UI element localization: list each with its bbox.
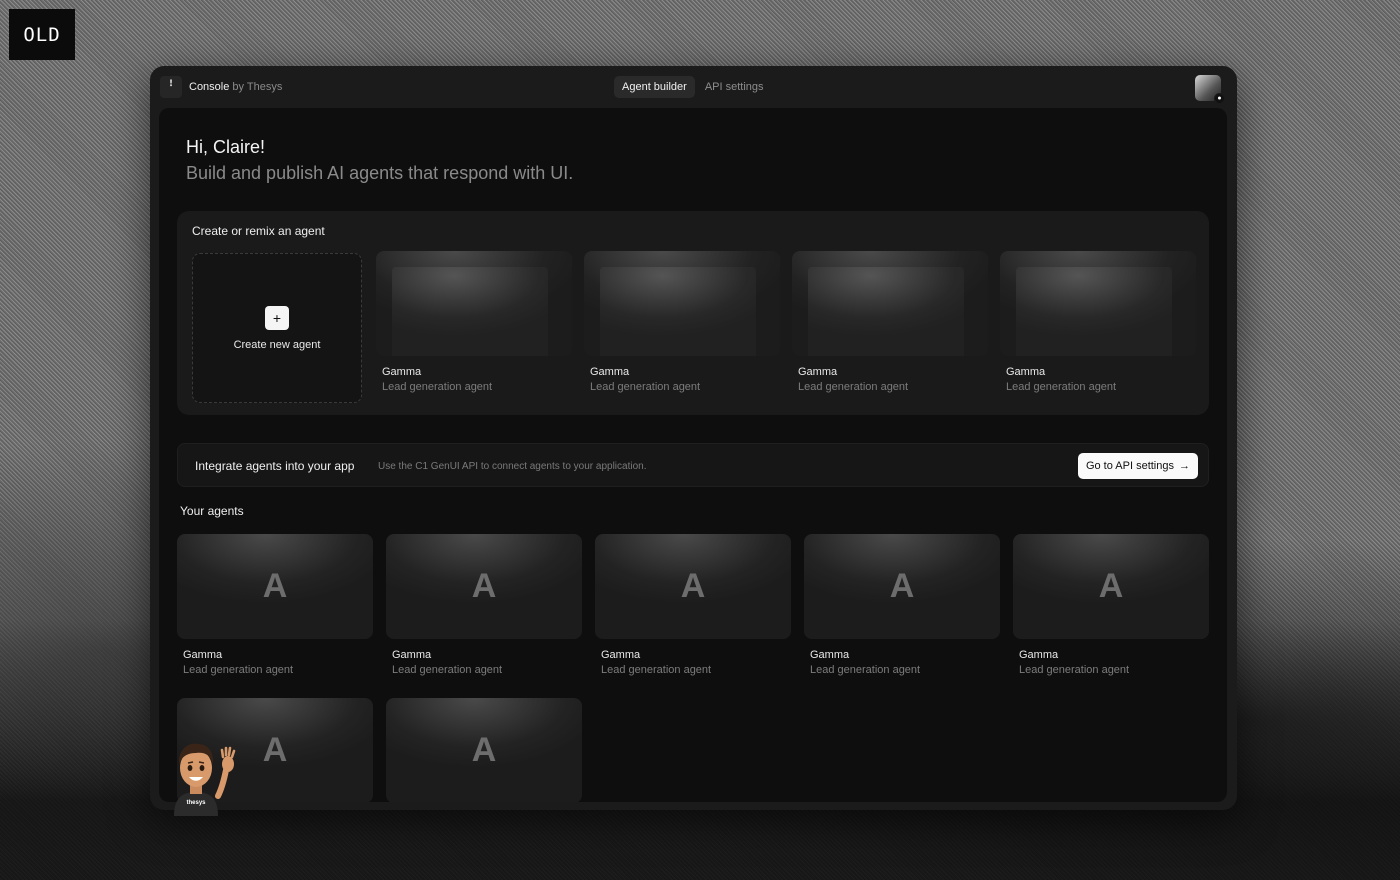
template-thumbnail	[792, 251, 988, 356]
agent-desc: Lead generation agent	[392, 664, 503, 676]
agent-initial: A	[262, 731, 288, 769]
greeting-title: Hi, Claire!	[186, 137, 266, 157]
agent-name: Gamma	[1019, 649, 1059, 661]
agent-name: Gamma	[392, 649, 432, 661]
agent-initial: A	[1098, 567, 1124, 605]
greeting: Hi, Claire! Build and publish AI agents …	[186, 136, 573, 188]
template-thumbnail	[584, 251, 780, 356]
main-content: Hi, Claire! Build and publish AI agents …	[159, 108, 1227, 802]
agent-desc: Lead generation agent	[810, 664, 921, 676]
agent-initial: A	[680, 567, 706, 605]
integrate-banner: Integrate agents into your app Use the C…	[177, 443, 1209, 487]
api-button-label: Go to API settings	[1085, 460, 1174, 472]
tab-api-settings[interactable]: API settings	[697, 76, 772, 98]
plus-icon: +	[265, 305, 289, 330]
agent-thumbnail: A	[1013, 534, 1209, 639]
agent-name: Gamma	[183, 649, 223, 661]
shirt-text: thesys	[186, 800, 206, 806]
template-card[interactable]: Gamma Lead generation agent	[1000, 251, 1196, 401]
template-desc: Lead generation agent	[1006, 381, 1117, 393]
nav-tabs: Agent builder API settings	[614, 76, 772, 98]
brand-by: by Thesys	[232, 81, 283, 93]
greeting-subtitle: Build and publish AI agents that respond…	[186, 163, 574, 183]
agent-initial: A	[471, 731, 497, 769]
template-name: Gamma	[798, 366, 838, 378]
agent-thumbnail: A	[804, 534, 1000, 639]
agent-desc: Lead generation agent	[601, 664, 712, 676]
apple-icon: ●	[1214, 93, 1225, 104]
agent-thumbnail: A	[595, 534, 791, 639]
agent-thumbnail: A	[177, 534, 373, 639]
agent-card[interactable]: A	[386, 698, 582, 802]
thesys-logo-icon[interactable]: ꜝ	[160, 76, 182, 98]
agent-initial: A	[889, 567, 915, 605]
integrate-title: Integrate agents into your app	[195, 459, 355, 473]
waving-memoji[interactable]: thesys	[168, 740, 238, 816]
integrate-subtitle: Use the C1 GenUI API to connect agents t…	[378, 461, 647, 472]
agent-card[interactable]: A Gamma Lead generation agent	[386, 534, 582, 684]
agent-name: Gamma	[601, 649, 641, 661]
go-to-api-settings-button[interactable]: Go to API settings →	[1077, 453, 1198, 479]
template-thumbnail	[1000, 251, 1196, 356]
arrow-right-icon: →	[1179, 460, 1190, 472]
agent-desc: Lead generation agent	[183, 664, 294, 676]
create-new-agent-label: Create new agent	[233, 338, 321, 351]
template-desc: Lead generation agent	[382, 381, 493, 393]
template-name: Gamma	[1006, 366, 1046, 378]
console-window: ꜝ Console by Thesys Agent builder API se…	[150, 66, 1237, 810]
create-panel-title: Create or remix an agent	[192, 224, 325, 238]
brand: Console by Thesys	[189, 81, 282, 93]
template-card[interactable]: Gamma Lead generation agent	[376, 251, 572, 401]
template-desc: Lead generation agent	[798, 381, 909, 393]
template-name: Gamma	[382, 366, 422, 378]
agent-desc: Lead generation agent	[1019, 664, 1130, 676]
agent-initial: A	[262, 567, 288, 605]
agent-name: Gamma	[810, 649, 850, 661]
agent-thumbnail: A	[386, 698, 582, 802]
template-card[interactable]: Gamma Lead generation agent	[792, 251, 988, 401]
agent-card[interactable]: A Gamma Lead generation agent	[1013, 534, 1209, 684]
create-agent-panel: Create or remix an agent + Create new ag…	[177, 211, 1209, 415]
agent-card[interactable]: A Gamma Lead generation agent	[177, 534, 373, 684]
user-avatar[interactable]: ●	[1195, 75, 1225, 104]
agent-card[interactable]: A Gamma Lead generation agent	[804, 534, 1000, 684]
agent-initial: A	[471, 567, 497, 605]
brand-name: Console	[189, 81, 230, 93]
template-card[interactable]: Gamma Lead generation agent	[584, 251, 780, 401]
agent-card[interactable]: A Gamma Lead generation agent	[595, 534, 791, 684]
template-desc: Lead generation agent	[590, 381, 701, 393]
template-name: Gamma	[590, 366, 630, 378]
your-agents-title: Your agents	[180, 504, 244, 518]
template-thumbnail	[376, 251, 572, 356]
agent-thumbnail: A	[386, 534, 582, 639]
create-new-agent-button[interactable]: + Create new agent	[192, 253, 362, 403]
tab-agent-builder[interactable]: Agent builder	[614, 76, 695, 98]
top-bar: ꜝ Console by Thesys Agent builder API se…	[150, 66, 1237, 108]
old-badge: OLD	[9, 9, 75, 60]
